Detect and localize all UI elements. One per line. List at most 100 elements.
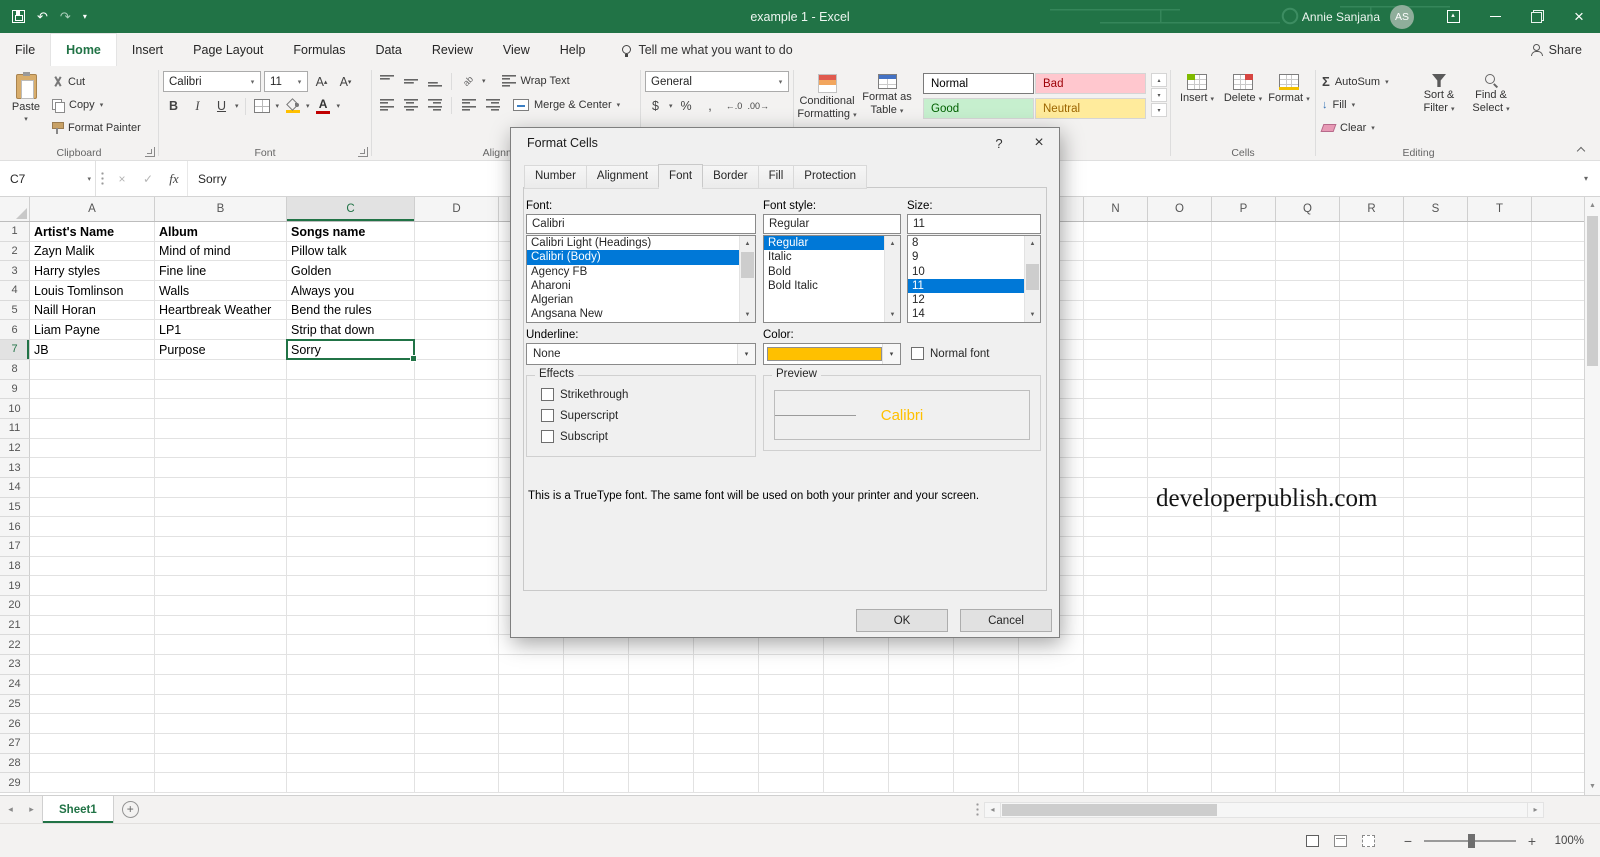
- zoom-out-button[interactable]: −: [1401, 833, 1415, 849]
- cell-P18[interactable]: [1212, 557, 1276, 577]
- sheet-tab-sheet1[interactable]: Sheet1: [42, 796, 114, 823]
- cell-N28[interactable]: [1084, 754, 1148, 774]
- cell-C14[interactable]: [287, 478, 415, 498]
- cell-O26[interactable]: [1148, 714, 1212, 734]
- cell-N8[interactable]: [1084, 360, 1148, 380]
- cell-S7[interactable]: [1404, 340, 1468, 360]
- cell-B17[interactable]: [155, 537, 287, 557]
- row-header-20[interactable]: 20: [0, 596, 30, 616]
- cell-A17[interactable]: [30, 537, 155, 557]
- cell-T13[interactable]: [1468, 458, 1532, 478]
- cell-T28[interactable]: [1468, 754, 1532, 774]
- row-header-14[interactable]: 14: [0, 478, 30, 498]
- cell-C20[interactable]: [287, 596, 415, 616]
- cell-N25[interactable]: [1084, 695, 1148, 715]
- cell-C4[interactable]: Always you: [287, 281, 415, 301]
- cell-C2[interactable]: Pillow talk: [287, 242, 415, 262]
- cell-A12[interactable]: [30, 439, 155, 459]
- top-align-button[interactable]: [376, 71, 397, 91]
- cell-S29[interactable]: [1404, 773, 1468, 793]
- font-style-input[interactable]: Regular: [763, 214, 901, 234]
- size-list-option[interactable]: 14: [908, 307, 1024, 321]
- merge-center-button[interactable]: Merge & Center▾: [510, 96, 623, 115]
- cell-P26[interactable]: [1212, 714, 1276, 734]
- sheet-nav-left-button[interactable]: ◂: [0, 796, 21, 823]
- dialog-tab-number[interactable]: Number: [524, 165, 587, 189]
- cell-E22[interactable]: [499, 635, 564, 655]
- cell-J22[interactable]: [824, 635, 889, 655]
- cell-A22[interactable]: [30, 635, 155, 655]
- cell-G28[interactable]: [629, 754, 694, 774]
- cell-Q8[interactable]: [1276, 360, 1340, 380]
- cell-Q26[interactable]: [1276, 714, 1340, 734]
- cell-N9[interactable]: [1084, 380, 1148, 400]
- cell-O17[interactable]: [1148, 537, 1212, 557]
- cell-T17[interactable]: [1468, 537, 1532, 557]
- row-header-13[interactable]: 13: [0, 458, 30, 478]
- cell-C5[interactable]: Bend the rules: [287, 301, 415, 321]
- cell-style-good[interactable]: Good: [923, 98, 1034, 119]
- cell-B26[interactable]: [155, 714, 287, 734]
- copy-button[interactable]: Copy▾: [49, 95, 144, 114]
- menu-tab-data[interactable]: Data: [360, 33, 416, 66]
- underline-button[interactable]: U: [211, 96, 232, 116]
- column-header-O[interactable]: O: [1148, 197, 1212, 221]
- cell-O13[interactable]: [1148, 458, 1212, 478]
- cell-Q20[interactable]: [1276, 596, 1340, 616]
- cell-S22[interactable]: [1404, 635, 1468, 655]
- cell-R23[interactable]: [1340, 655, 1404, 675]
- find-select-button[interactable]: Find &Select ▾: [1465, 69, 1517, 137]
- cell-D16[interactable]: [415, 517, 499, 537]
- insert-cells-button[interactable]: Insert ▾: [1174, 69, 1220, 104]
- row-header-25[interactable]: 25: [0, 695, 30, 715]
- column-header-B[interactable]: B: [155, 197, 287, 221]
- new-sheet-button[interactable]: +: [122, 801, 139, 818]
- cell-T6[interactable]: [1468, 320, 1532, 340]
- cell-D28[interactable]: [415, 754, 499, 774]
- cell-O22[interactable]: [1148, 635, 1212, 655]
- name-box-dropdown-icon[interactable]: ▾: [87, 175, 91, 183]
- cell-B19[interactable]: [155, 576, 287, 596]
- cell-A29[interactable]: [30, 773, 155, 793]
- user-name[interactable]: Annie Sanjana: [1302, 10, 1380, 24]
- cell-R13[interactable]: [1340, 458, 1404, 478]
- menu-tab-help[interactable]: Help: [545, 33, 601, 66]
- cell-K26[interactable]: [889, 714, 954, 734]
- cell-T9[interactable]: [1468, 380, 1532, 400]
- cell-O12[interactable]: [1148, 439, 1212, 459]
- cell-O4[interactable]: [1148, 281, 1212, 301]
- cell-Q16[interactable]: [1276, 517, 1340, 537]
- cell-J28[interactable]: [824, 754, 889, 774]
- cell-D15[interactable]: [415, 498, 499, 518]
- row-header-21[interactable]: 21: [0, 616, 30, 636]
- superscript-checkbox-box[interactable]: [541, 409, 554, 422]
- column-header-D[interactable]: D: [415, 197, 499, 221]
- cell-S18[interactable]: [1404, 557, 1468, 577]
- row-header-7[interactable]: 7: [0, 340, 30, 360]
- cell-D10[interactable]: [415, 399, 499, 419]
- cell-F26[interactable]: [564, 714, 629, 734]
- cell-M27[interactable]: [1019, 734, 1084, 754]
- cell-A11[interactable]: [30, 419, 155, 439]
- cell-A4[interactable]: Louis Tomlinson: [30, 281, 155, 301]
- cell-I27[interactable]: [759, 734, 824, 754]
- cell-O2[interactable]: [1148, 242, 1212, 262]
- row-header-2[interactable]: 2: [0, 242, 30, 262]
- cell-O5[interactable]: [1148, 301, 1212, 321]
- cell-N27[interactable]: [1084, 734, 1148, 754]
- cell-A15[interactable]: [30, 498, 155, 518]
- font-list-option[interactable]: Aharoni: [527, 279, 739, 293]
- cell-O29[interactable]: [1148, 773, 1212, 793]
- cell-D29[interactable]: [415, 773, 499, 793]
- row-header-27[interactable]: 27: [0, 734, 30, 754]
- vertical-scroll-thumb[interactable]: [1587, 216, 1598, 366]
- cell-C22[interactable]: [287, 635, 415, 655]
- cell-C13[interactable]: [287, 458, 415, 478]
- cell-B8[interactable]: [155, 360, 287, 380]
- size-list-option[interactable]: 10: [908, 265, 1024, 279]
- cell-N26[interactable]: [1084, 714, 1148, 734]
- cell-B6[interactable]: LP1: [155, 320, 287, 340]
- size-list-scroll-thumb[interactable]: [1026, 264, 1039, 290]
- cell-R12[interactable]: [1340, 439, 1404, 459]
- cell-D8[interactable]: [415, 360, 499, 380]
